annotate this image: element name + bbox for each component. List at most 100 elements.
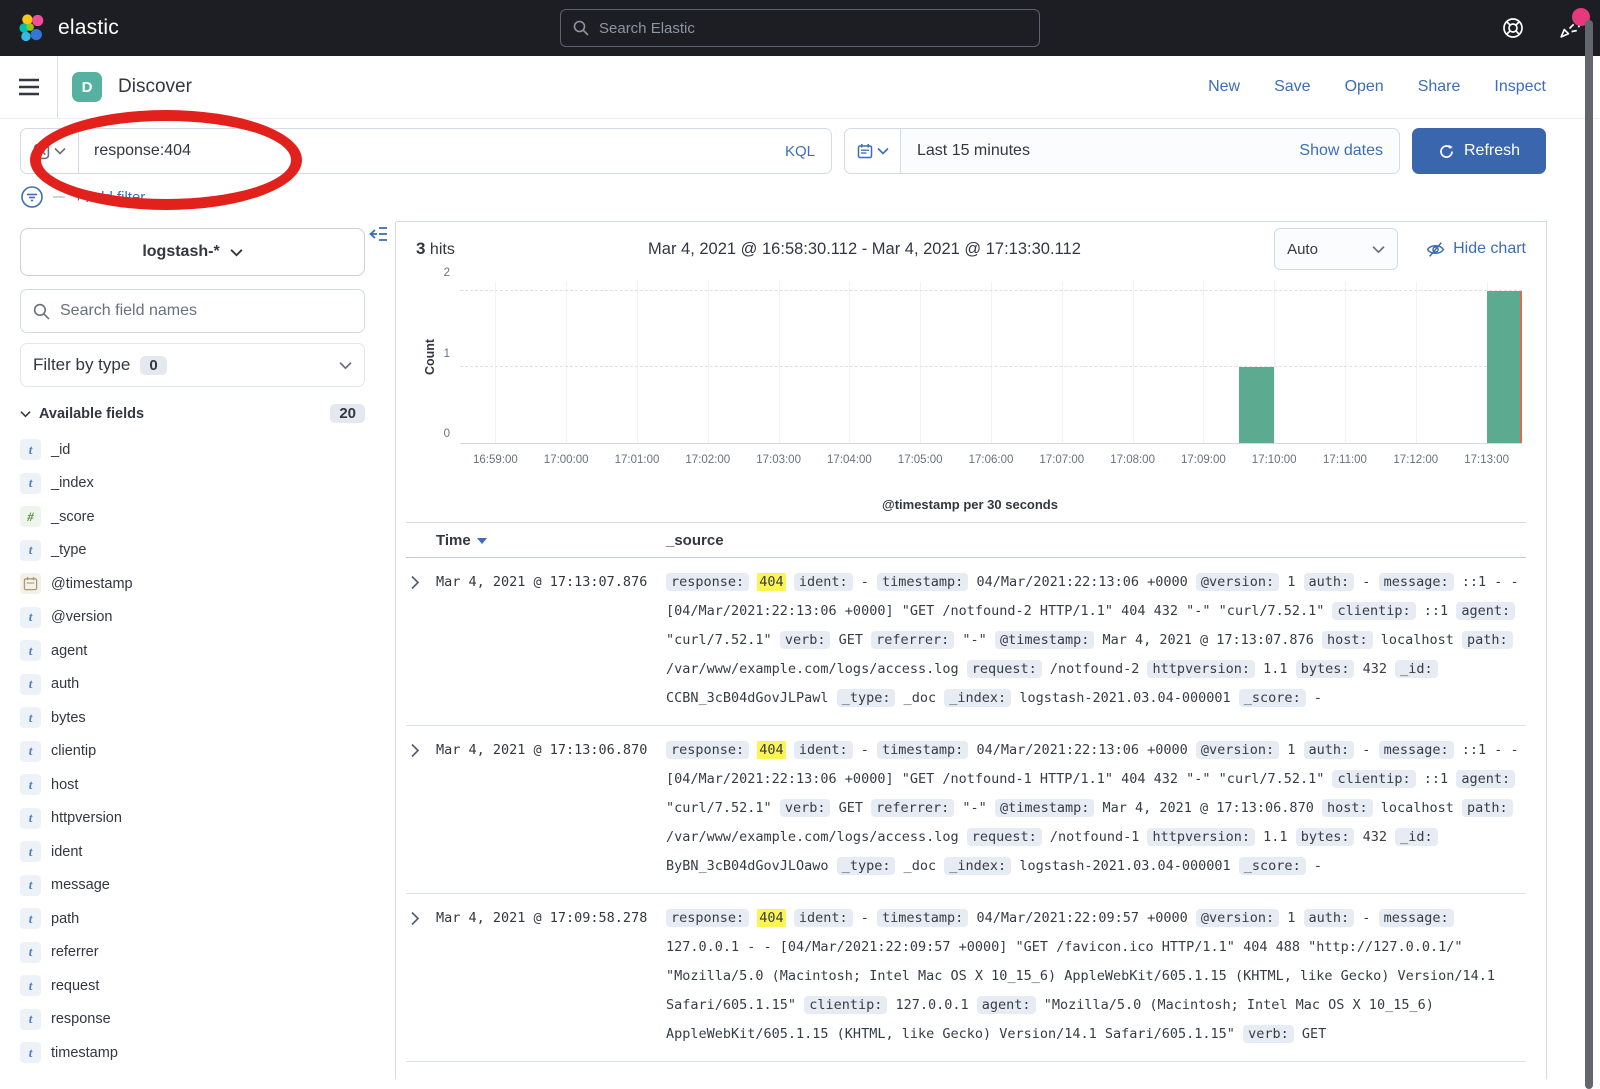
global-search-placeholder: Search Elastic <box>599 20 695 37</box>
y-tick-label: 2 <box>444 267 450 279</box>
doc-time: Mar 4, 2021 @ 17:09:58.278 <box>436 904 666 1049</box>
field-item-referrer[interactable]: treferrer <box>20 936 365 970</box>
x-tick-label: 17:05:00 <box>898 454 943 466</box>
share-button[interactable]: Share <box>1418 78 1461 96</box>
expand-row-button[interactable] <box>406 904 436 1049</box>
global-search-input[interactable]: Search Elastic <box>560 9 1040 47</box>
field-label-pill: agent: <box>1456 770 1515 788</box>
index-pattern-select[interactable]: logstash-* <box>20 228 365 276</box>
text-field-icon: t <box>20 841 41 862</box>
time-column-header[interactable]: Time <box>436 532 666 549</box>
date-quick-select-button[interactable] <box>845 129 901 173</box>
expand-row-button[interactable] <box>406 736 436 881</box>
open-button[interactable]: Open <box>1345 78 1384 96</box>
y-tick-label: 0 <box>444 428 450 440</box>
show-dates-button[interactable]: Show dates <box>1299 142 1399 160</box>
field-label-pill: auth: <box>1304 909 1355 927</box>
top-nav-actions: New Save Open Share Inspect <box>1208 78 1600 96</box>
saved-query-menu-button[interactable] <box>21 129 79 173</box>
query-language-button[interactable]: KQL <box>785 143 831 160</box>
save-button[interactable]: Save <box>1274 78 1310 96</box>
gridline-vertical <box>566 282 567 443</box>
x-tick-label: 17:03:00 <box>756 454 801 466</box>
histogram-bar-17:13:00[interactable] <box>1487 291 1522 443</box>
histogram-bar-17:09:30[interactable] <box>1239 367 1274 443</box>
help-icon[interactable] <box>1500 15 1526 41</box>
field-name: bytes <box>51 710 86 726</box>
field-item-httpversion[interactable]: thttpversion <box>20 802 365 836</box>
inspect-button[interactable]: Inspect <box>1494 78 1546 96</box>
field-value: Mar 4, 2021 @ 17:13:06.870 <box>1103 800 1314 816</box>
saved-query-icon <box>33 143 50 160</box>
field-label-pill: request: <box>967 828 1042 846</box>
gridline-vertical <box>779 282 780 443</box>
filter-by-type-select[interactable]: Filter by type 0 <box>20 343 365 387</box>
elastic-logo[interactable]: elastic <box>18 13 119 43</box>
field-item-timestamp[interactable]: ttimestamp <box>20 1036 365 1070</box>
field-item-path[interactable]: tpath <box>20 902 365 936</box>
newsfeed-icon[interactable] <box>1556 15 1582 41</box>
field-item-_index[interactable]: t_index <box>20 467 365 501</box>
chevron-down-icon <box>1372 245 1385 254</box>
text-field-icon: t <box>20 1009 41 1030</box>
collapse-sidebar-icon[interactable] <box>369 226 388 242</box>
field-item-bytes[interactable]: tbytes <box>20 701 365 735</box>
field-label-pill: path: <box>1462 631 1513 649</box>
x-tick-label: 17:12:00 <box>1393 454 1438 466</box>
table-row: Mar 4, 2021 @ 17:13:06.870response: 404 … <box>406 726 1526 894</box>
field-search-input[interactable]: Search field names <box>20 289 365 333</box>
available-fields-header[interactable]: Available fields 20 <box>20 404 365 423</box>
field-item-_score[interactable]: #_score <box>20 500 365 534</box>
field-item-@timestamp[interactable]: @timestamp <box>20 567 365 601</box>
filter-icon[interactable] <box>20 185 44 209</box>
field-name: host <box>51 777 78 793</box>
time-range-value[interactable]: Last 15 minutes <box>901 142 1030 160</box>
field-label-pill: host: <box>1322 799 1373 817</box>
interval-select[interactable]: Auto <box>1274 228 1398 270</box>
hide-chart-button[interactable]: Hide chart <box>1426 240 1526 258</box>
add-filter-button[interactable]: + Add filter <box>74 189 145 206</box>
refresh-button[interactable]: Refresh <box>1412 128 1546 174</box>
field-label-pill: ident: <box>794 909 853 927</box>
elastic-logo-icon <box>18 13 48 43</box>
field-item-clientip[interactable]: tclientip <box>20 735 365 769</box>
field-name: httpversion <box>51 810 122 826</box>
scrollbar-thumb[interactable] <box>1585 20 1593 1089</box>
field-item-_id[interactable]: t_id <box>20 433 365 467</box>
text-field-icon: t <box>20 875 41 896</box>
x-axis-ticks: 16:59:0017:00:0017:01:0017:02:0017:03:00… <box>460 454 1522 470</box>
field-value: 432 <box>1363 829 1387 845</box>
gridline-vertical <box>1416 282 1417 443</box>
field-label-pill: @version: <box>1196 573 1279 591</box>
filter-divider <box>53 196 65 198</box>
field-item-auth[interactable]: tauth <box>20 668 365 702</box>
field-item-ident[interactable]: tident <box>20 835 365 869</box>
date-picker[interactable]: Last 15 minutes Show dates <box>844 128 1400 174</box>
field-item-request[interactable]: trequest <box>20 969 365 1003</box>
field-label-pill: path: <box>1462 799 1513 817</box>
field-item-host[interactable]: thost <box>20 768 365 802</box>
field-label-pill: verb: <box>1243 1025 1294 1043</box>
gridline-vertical <box>849 282 850 443</box>
table-header: Time _source <box>406 522 1526 558</box>
expand-row-button[interactable] <box>406 568 436 713</box>
text-field-icon: t <box>20 942 41 963</box>
field-item-agent[interactable]: tagent <box>20 634 365 668</box>
field-item-@version[interactable]: t@version <box>20 601 365 635</box>
field-label-pill: _index: <box>944 857 1011 875</box>
query-input[interactable]: response:404 KQL <box>20 128 832 174</box>
field-name: @version <box>51 609 112 625</box>
field-item-response[interactable]: t response <box>20 1003 365 1037</box>
field-label-pill: _index: <box>944 689 1011 707</box>
gridline-vertical <box>920 282 921 443</box>
new-button[interactable]: New <box>1208 78 1240 96</box>
menu-icon[interactable] <box>0 56 58 118</box>
x-tick-label: 17:07:00 <box>1039 454 1084 466</box>
text-field-icon: t <box>20 741 41 762</box>
field-value: _doc <box>904 690 937 706</box>
field-item-_type[interactable]: t_type <box>20 534 365 568</box>
field-name: response <box>51 1011 111 1027</box>
field-item-message[interactable]: tmessage <box>20 869 365 903</box>
field-label-pill: auth: <box>1304 573 1355 591</box>
gridline-vertical <box>1274 282 1275 443</box>
